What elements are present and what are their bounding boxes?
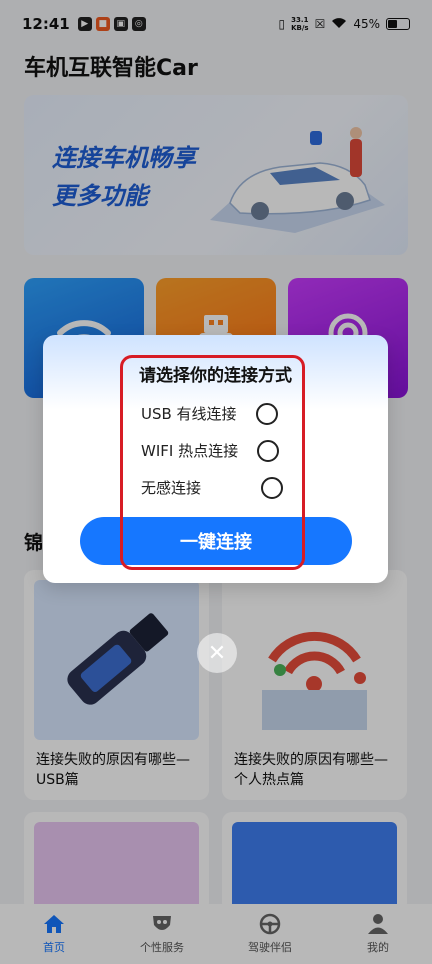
close-icon[interactable]: ✕: [197, 633, 237, 673]
highlight-box: [120, 355, 305, 570]
